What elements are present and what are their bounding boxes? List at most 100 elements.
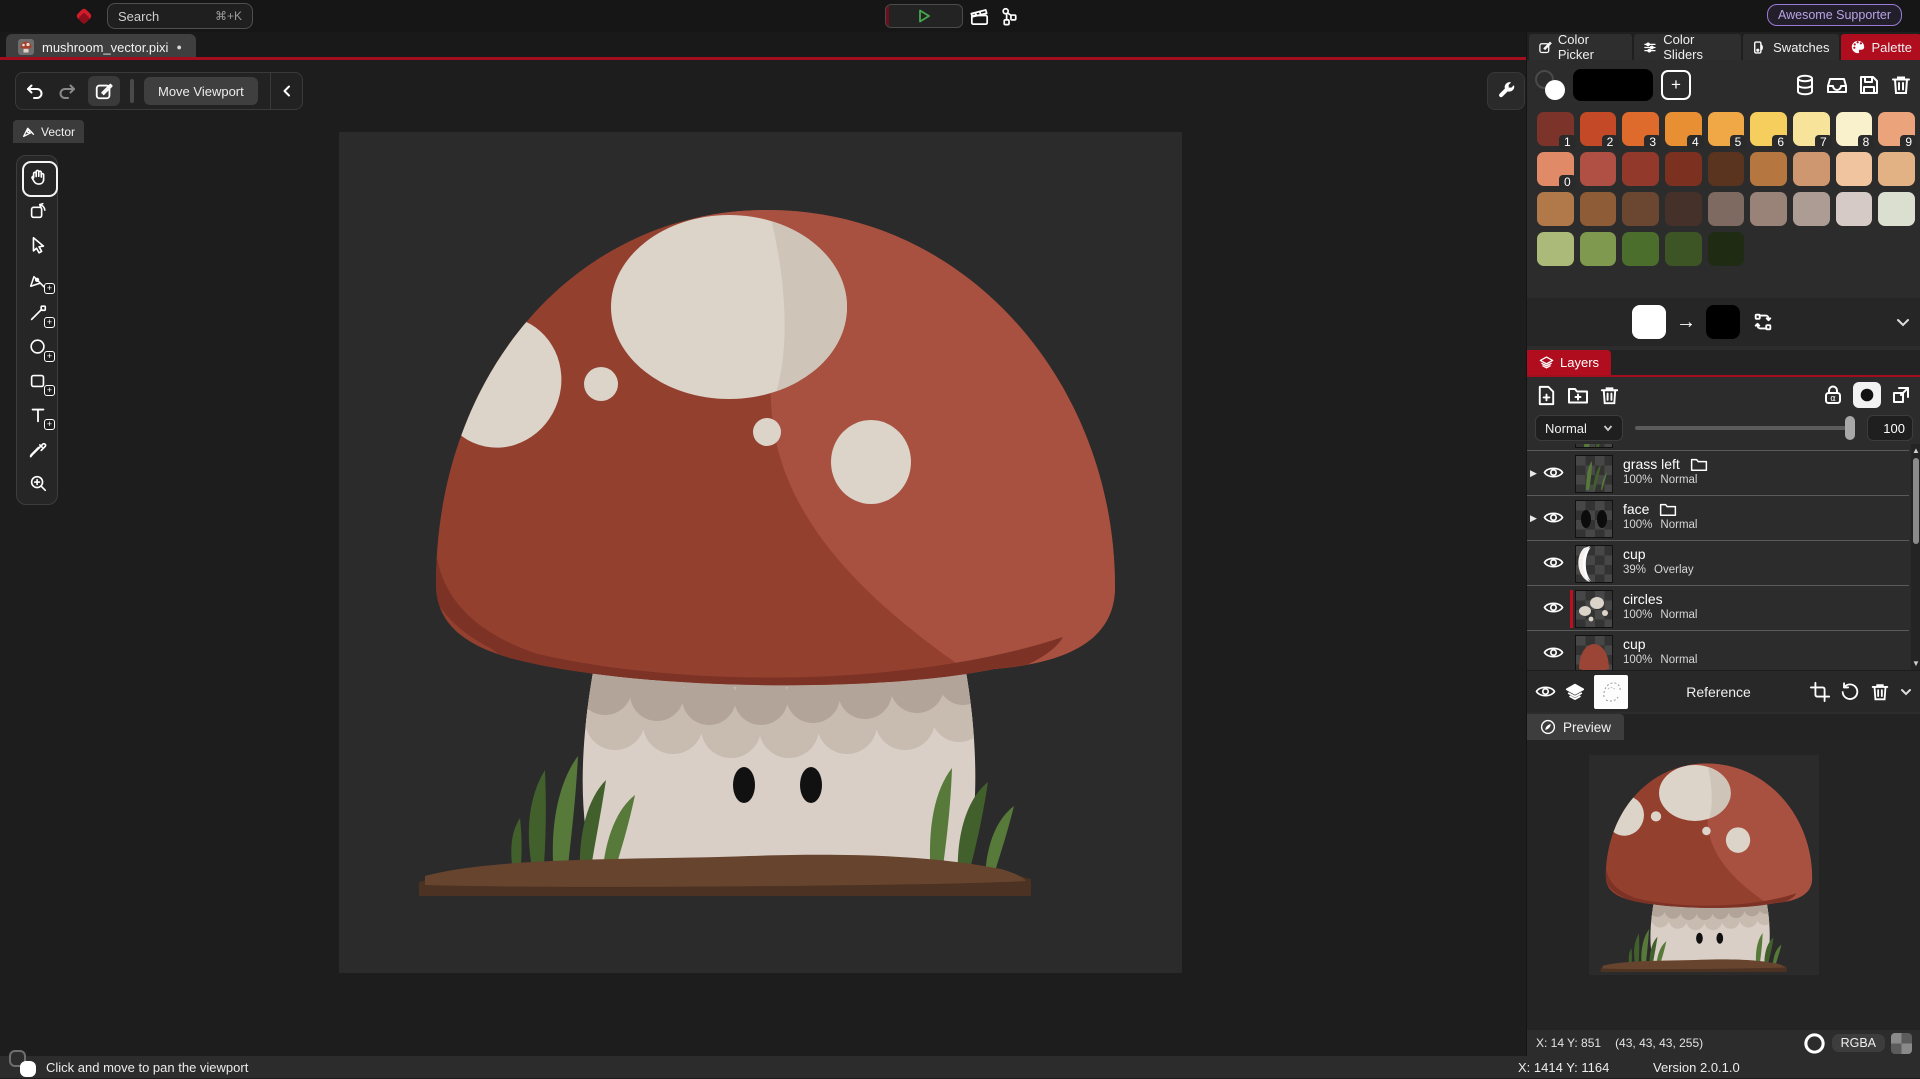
redo-button[interactable] xyxy=(56,80,78,102)
palette-swatch[interactable]: 3 xyxy=(1622,112,1659,146)
layer-row-grass-left[interactable]: ▶ grass left 100%Normal xyxy=(1527,452,1909,496)
palette-swatch[interactable] xyxy=(1665,192,1702,226)
palette-swatch[interactable] xyxy=(1622,232,1659,266)
palette-swatch[interactable] xyxy=(1580,152,1617,186)
pointer-select-tool[interactable] xyxy=(17,228,59,262)
tab-color-sliders[interactable]: Color Sliders xyxy=(1634,34,1741,60)
settings-wrench-button[interactable] xyxy=(1487,72,1525,110)
search-input[interactable]: Search ⌘+K xyxy=(107,3,253,29)
color-picker-tool[interactable] xyxy=(17,432,59,466)
palette-swatch[interactable] xyxy=(1622,152,1659,186)
ellipse-tool[interactable]: + xyxy=(17,330,59,364)
zoom-tool[interactable] xyxy=(17,466,59,500)
current-color-box[interactable] xyxy=(1573,69,1653,101)
palette-swatch[interactable]: 0 xyxy=(1537,152,1574,186)
reference-above-layers-icon[interactable] xyxy=(1564,682,1586,702)
line-tool[interactable]: + xyxy=(17,296,59,330)
secondary-color-swatch[interactable] xyxy=(1706,305,1740,339)
undo-button[interactable] xyxy=(24,80,46,102)
reference-thumbnail[interactable] xyxy=(1594,675,1628,709)
collapse-toolbar-chevron[interactable] xyxy=(280,84,294,98)
palette-swatch[interactable]: 6 xyxy=(1750,112,1787,146)
expand-colors-chevron[interactable] xyxy=(1895,314,1911,330)
edit-mode-button[interactable] xyxy=(88,76,120,106)
palette-library-icon[interactable] xyxy=(1793,73,1817,97)
opacity-value-box[interactable]: 100 xyxy=(1867,415,1913,441)
palette-swatch[interactable] xyxy=(1537,232,1574,266)
expand-arrow-icon[interactable]: ▶ xyxy=(1530,513,1537,524)
reset-reference-icon[interactable] xyxy=(1839,681,1861,703)
blend-mode-select[interactable]: Normal xyxy=(1535,415,1623,441)
palette-swatch[interactable] xyxy=(1750,192,1787,226)
tab-layers[interactable]: Layers xyxy=(1527,350,1611,375)
pen-tool[interactable]: + xyxy=(17,262,59,296)
supporter-badge[interactable]: Awesome Supporter xyxy=(1767,4,1902,26)
opacity-slider-handle[interactable] xyxy=(1845,416,1855,440)
selected-color-indicator[interactable] xyxy=(1535,70,1565,100)
palette-swatch[interactable] xyxy=(1836,192,1873,226)
tab-swatches[interactable]: Swatches xyxy=(1743,34,1838,60)
palette-swatch[interactable]: 5 xyxy=(1708,112,1745,146)
palette-swatch[interactable] xyxy=(1878,192,1915,226)
palette-swatch[interactable] xyxy=(1708,152,1745,186)
tab-color-picker[interactable]: Color Picker xyxy=(1529,34,1632,60)
layer-row-cup[interactable]: cup 100%Normal xyxy=(1527,632,1909,670)
crop-reference-icon[interactable] xyxy=(1809,681,1831,703)
new-folder-icon[interactable] xyxy=(1566,383,1590,407)
palette-swatch[interactable] xyxy=(1750,152,1787,186)
text-tool[interactable]: + xyxy=(17,398,59,432)
palette-swatch[interactable]: 4 xyxy=(1665,112,1702,146)
app-logo-icon[interactable] xyxy=(74,6,94,26)
rotate-viewport-tool[interactable] xyxy=(17,194,59,228)
layer-row-face[interactable]: ▶ face 100%Normal xyxy=(1527,497,1909,541)
lock-transparency-icon[interactable]: α xyxy=(1821,383,1845,407)
expand-arrow-icon[interactable]: ▶ xyxy=(1530,468,1537,479)
hand-tool[interactable] xyxy=(17,160,59,194)
delete-palette-icon[interactable] xyxy=(1889,73,1913,97)
delete-layer-icon[interactable] xyxy=(1598,384,1621,407)
canvas[interactable] xyxy=(339,132,1182,973)
open-palette-icon[interactable] xyxy=(1825,73,1849,97)
layer-list-scrollbar[interactable]: ▲ ▼ xyxy=(1911,444,1920,670)
palette-swatch[interactable]: 9 xyxy=(1878,112,1915,146)
opacity-slider[interactable] xyxy=(1633,415,1857,441)
new-layer-icon[interactable] xyxy=(1535,384,1558,407)
layer-row-cup-overlay[interactable]: cup 39%Overlay xyxy=(1527,542,1909,586)
swap-colors-icon[interactable] xyxy=(1752,311,1774,333)
palette-swatch[interactable] xyxy=(1708,232,1745,266)
save-palette-icon[interactable] xyxy=(1857,73,1881,97)
visibility-eye-icon[interactable] xyxy=(1543,645,1564,660)
clip-to-below-icon[interactable] xyxy=(1889,383,1913,407)
node-graph-icon[interactable] xyxy=(998,5,1021,28)
tab-palette[interactable]: Palette xyxy=(1841,34,1920,60)
rectangle-tool[interactable]: + xyxy=(17,364,59,398)
palette-swatch[interactable]: 1 xyxy=(1537,112,1574,146)
visibility-eye-icon[interactable] xyxy=(1543,600,1564,615)
palette-swatch[interactable] xyxy=(1665,152,1702,186)
palette-swatch[interactable]: 7 xyxy=(1793,112,1830,146)
tab-preview[interactable]: Preview xyxy=(1527,714,1624,740)
scroll-down-arrow[interactable]: ▼ xyxy=(1911,659,1920,668)
scroll-up-arrow[interactable]: ▲ xyxy=(1911,446,1920,455)
scrollbar-thumb[interactable] xyxy=(1913,458,1919,544)
palette-swatch[interactable] xyxy=(1708,192,1745,226)
mask-icon[interactable] xyxy=(1853,382,1881,408)
viewport[interactable]: Move Viewport Vector + + xyxy=(0,60,1526,1056)
palette-swatch[interactable] xyxy=(1580,232,1617,266)
primary-color-swatch[interactable] xyxy=(1632,305,1666,339)
palette-swatch[interactable] xyxy=(1836,152,1873,186)
transparency-grid-icon[interactable] xyxy=(1891,1033,1912,1054)
layer-row-circles[interactable]: circles 100%Normal xyxy=(1527,587,1909,631)
palette-swatch[interactable] xyxy=(1878,152,1915,186)
add-color-button[interactable]: + xyxy=(1661,70,1691,100)
palette-swatch[interactable]: 2 xyxy=(1580,112,1617,146)
visibility-eye-icon[interactable] xyxy=(1543,555,1564,570)
palette-swatch[interactable] xyxy=(1793,152,1830,186)
palette-swatch[interactable] xyxy=(1537,192,1574,226)
play-button[interactable] xyxy=(885,4,963,28)
palette-swatch[interactable] xyxy=(1665,232,1702,266)
visibility-eye-icon[interactable] xyxy=(1543,465,1564,480)
color-format-button[interactable]: RGBA xyxy=(1832,1034,1885,1052)
animation-clapperboard-icon[interactable] xyxy=(968,5,991,28)
move-viewport-button[interactable]: Move Viewport xyxy=(144,77,258,105)
